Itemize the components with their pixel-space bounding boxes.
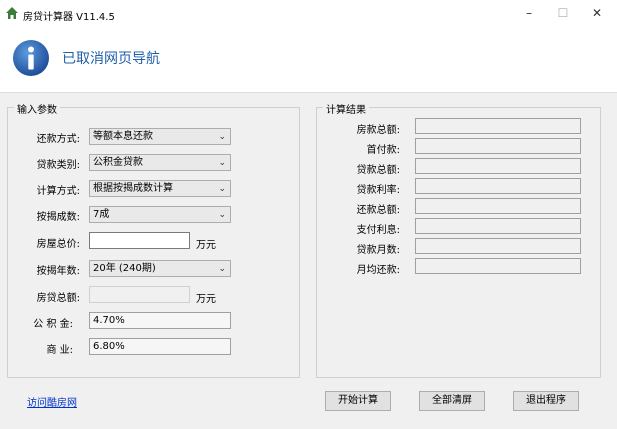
mortgage-years-label: 按揭年数: <box>36 266 80 277</box>
result-field <box>415 198 581 214</box>
banner-message: 已取消网页导航 <box>62 51 160 67</box>
mortgage-ratio-value: 7成 <box>93 209 110 220</box>
house-price-unit: 万元 <box>196 240 216 251</box>
house-price-label: 房屋总价: <box>36 239 80 250</box>
title-bar: 房贷计算器 V11.4.5 – ☐ ✕ <box>0 0 617 28</box>
loan-type-label: 贷款类别: <box>36 160 80 171</box>
chevron-down-icon: ⌄ <box>218 210 226 220</box>
mortgage-ratio-select[interactable]: 7成 ⌄ <box>89 206 231 223</box>
input-group-title: 输入参数 <box>14 101 60 116</box>
result-field <box>415 238 581 254</box>
house-price-input[interactable] <box>89 232 190 249</box>
minimize-button[interactable]: – <box>512 4 546 22</box>
result-field <box>415 218 581 234</box>
result-field <box>415 118 581 134</box>
visit-site-link[interactable]: 访问酷房网 <box>27 394 77 409</box>
result-label: 首付款: <box>366 145 400 156</box>
chevron-down-icon: ⌄ <box>218 132 226 142</box>
loan-type-select[interactable]: 公积金贷款 ⌄ <box>89 154 231 171</box>
loan-total-label: 房贷总额: <box>36 293 80 304</box>
chevron-down-icon: ⌄ <box>218 184 226 194</box>
result-label: 还款总额: <box>356 205 400 216</box>
info-icon <box>13 40 49 76</box>
loan-total-input <box>89 286 190 303</box>
fund-rate-label: 公 积 金: <box>33 319 73 330</box>
result-field <box>415 258 581 274</box>
loan-type-value: 公积金贷款 <box>93 157 143 168</box>
calc-method-label: 计算方式: <box>36 186 80 197</box>
navigation-banner: 已取消网页导航 <box>0 28 617 93</box>
calc-method-value: 根据按揭成数计算 <box>93 183 173 194</box>
result-label: 贷款利率: <box>356 185 400 196</box>
maximize-button[interactable]: ☐ <box>546 4 580 22</box>
result-label: 贷款总额: <box>356 165 400 176</box>
calc-method-select[interactable]: 根据按揭成数计算 ⌄ <box>89 180 231 197</box>
result-field <box>415 138 581 154</box>
result-field <box>415 158 581 174</box>
commercial-rate-label: 商 业: <box>46 345 73 356</box>
repayment-method-select[interactable]: 等额本息还款 ⌄ <box>89 128 231 145</box>
result-label: 月均还款: <box>356 265 400 276</box>
app-window: 房贷计算器 V11.4.5 – ☐ ✕ 已取消网页导航 输入参数 还款方式: 等… <box>0 0 617 429</box>
house-app-icon <box>6 7 18 19</box>
close-button[interactable]: ✕ <box>580 4 614 22</box>
repayment-method-label: 还款方式: <box>36 134 80 145</box>
result-label: 房款总额: <box>356 125 400 136</box>
commercial-rate-input[interactable]: 6.80% <box>89 338 231 355</box>
fund-rate-input[interactable]: 4.70% <box>89 312 231 329</box>
result-field <box>415 178 581 194</box>
mortgage-years-select[interactable]: 20年 (240期) ⌄ <box>89 260 231 277</box>
exit-button[interactable]: 退出程序 <box>513 391 579 411</box>
chevron-down-icon: ⌄ <box>218 264 226 274</box>
mortgage-years-value: 20年 (240期) <box>93 263 156 274</box>
clear-all-button[interactable]: 全部清屏 <box>419 391 485 411</box>
chevron-down-icon: ⌄ <box>218 158 226 168</box>
mortgage-ratio-label: 按揭成数: <box>36 212 80 223</box>
window-title: 房贷计算器 V11.4.5 <box>23 12 115 23</box>
result-label: 贷款月数: <box>356 245 400 256</box>
loan-total-unit: 万元 <box>196 294 216 305</box>
results-group-title: 计算结果 <box>323 101 369 116</box>
result-label: 支付利息: <box>356 225 400 236</box>
repayment-method-value: 等额本息还款 <box>93 131 153 142</box>
calculate-button[interactable]: 开始计算 <box>325 391 391 411</box>
